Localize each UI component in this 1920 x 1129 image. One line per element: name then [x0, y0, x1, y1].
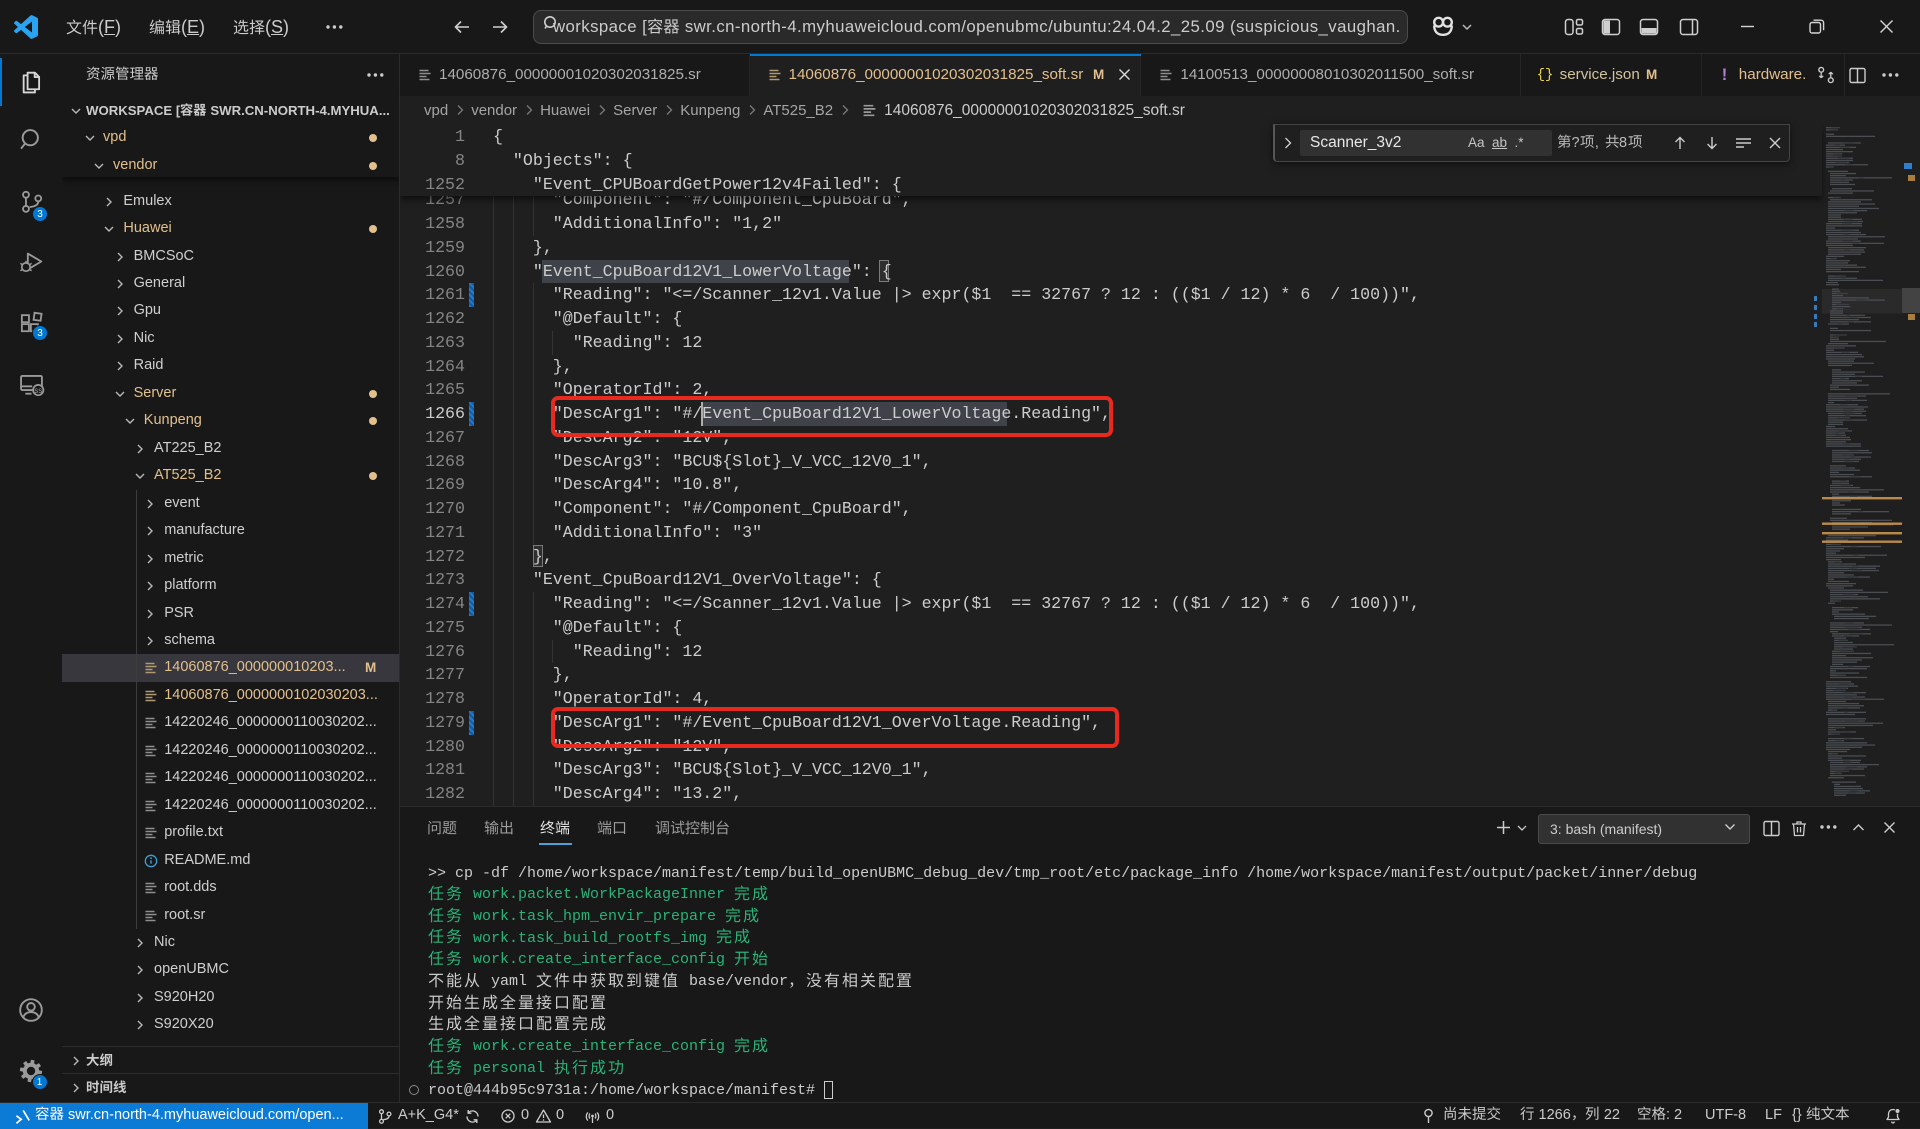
svg-text:ss: ss — [34, 386, 42, 395]
